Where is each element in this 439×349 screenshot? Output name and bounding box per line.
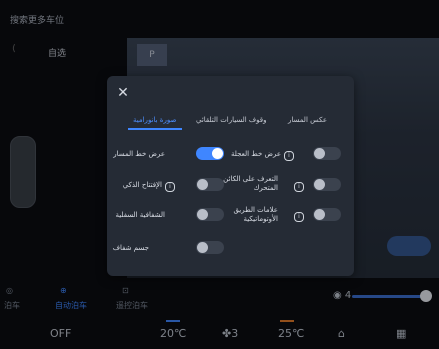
row-label-wheel-line: عرض خط العجلة (231, 150, 281, 158)
row-label-smart-open: الإفتتاح الذكي (122, 181, 162, 189)
info-icon[interactable]: i (165, 182, 175, 192)
tab-panoramic[interactable]: صورة بانورامية (133, 116, 176, 124)
toggle-knob (314, 179, 325, 190)
tab-auto-parking[interactable]: وقوف السيارات التلقائي (196, 116, 267, 124)
row-label-moving-object: التعرف على الكائن المتحرك (223, 175, 278, 192)
toggle-knob (197, 209, 208, 220)
row-label-lane-line: عرض خط المسار (113, 150, 165, 158)
toggle-knob (314, 148, 325, 159)
row-label-road-markers: علامات الطريق الأوتوماتيكية (233, 206, 278, 223)
row-label-bottom-transparency: الشفافية السفلية (115, 211, 165, 219)
toggle-knob (314, 209, 325, 220)
info-icon[interactable]: i (284, 151, 294, 161)
close-icon[interactable]: ✕ (116, 86, 130, 100)
toggle-transparent-body[interactable] (196, 241, 224, 254)
active-tab-underline (128, 128, 182, 130)
toggle-road-markers[interactable] (313, 208, 341, 221)
info-icon[interactable]: i (294, 212, 304, 222)
toggle-lane-line[interactable] (196, 147, 224, 160)
toggle-moving-object[interactable] (313, 178, 341, 191)
tab-reverse-path[interactable]: عكس المسار (288, 116, 327, 124)
toggle-knob (197, 179, 208, 190)
toggle-wheel-line[interactable] (313, 147, 341, 160)
row-label-transparent-body: جسم شفاف (112, 244, 149, 252)
toggle-knob (212, 148, 223, 159)
info-icon[interactable]: i (294, 182, 304, 192)
toggle-knob (197, 242, 208, 253)
